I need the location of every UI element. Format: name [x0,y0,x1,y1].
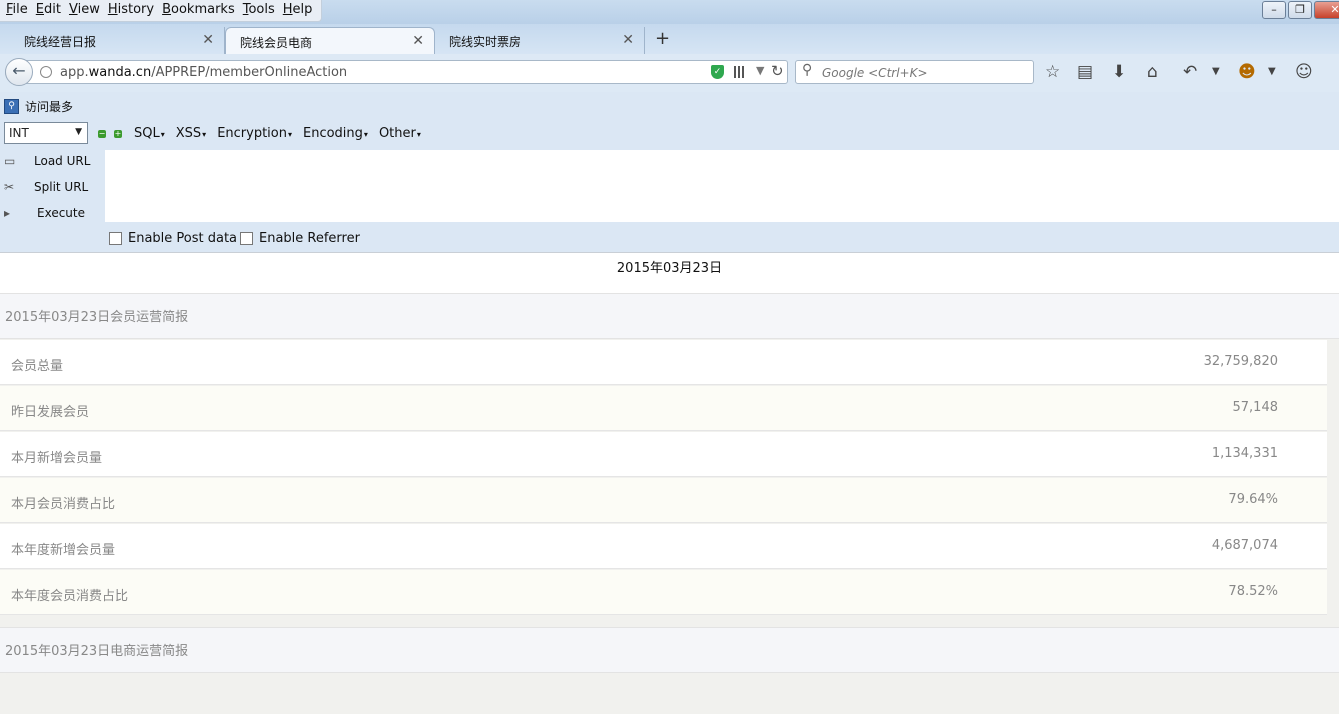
addon-face-icon[interactable]: ☻ [1238,62,1256,82]
most-visited-label: 访问最多 [25,100,74,114]
row-label: 本月新增会员量 [11,451,103,466]
table-row: 本月新增会员量 1,134,331 [0,432,1339,477]
checkbox-label: Enable Post data [128,231,238,246]
page-content: 2015年03月23日 2015年03月23日会员运营简报 会员总量 32,75… [0,252,1339,714]
minus-icon[interactable]: − [98,129,106,138]
row-value: 78.52% [1228,584,1278,599]
load-url-button[interactable]: ▭ Load URL [4,154,90,168]
checkbox-label: Enable Referrer [259,231,360,246]
reading-list-icon[interactable]: ▤ [1077,62,1093,82]
menu-dropdown-icon[interactable]: ▼ [1212,62,1220,82]
globe-icon [40,66,52,78]
overflow-menu-icon[interactable]: ⋮ [1332,62,1339,82]
restore-button[interactable]: ❐ [1288,1,1312,19]
play-icon: ▸ [4,206,11,220]
window-controls: – ❐ ✕ [1262,1,1339,19]
member-section-title: 2015年03月23日会员运营简报 [0,294,1339,339]
table-row: 昨日发展会员 57,148 [0,386,1339,431]
undo-icon[interactable]: ↶ [1183,62,1197,82]
scissors-icon: ✂ [4,180,15,194]
table-row: 会员总量 32,759,820 [0,340,1339,385]
most-visited-bookmark[interactable]: ⚲ 访问最多 [4,98,73,115]
checkbox-box[interactable] [240,232,253,245]
search-placeholder: Google <Ctrl+K> [822,66,928,80]
dropdown-icon[interactable]: ▼ [756,64,764,77]
url-bar[interactable]: ← app.wanda.cn/APPREP/memberOnlineAction… [5,58,788,86]
menu-encoding[interactable]: Encoding [303,126,368,141]
plus-icon[interactable]: + [114,129,122,138]
row-label: 本年度新增会员量 [11,543,116,558]
row-value: 57,148 [1232,400,1279,415]
menu-bookmarks[interactable]: Bookmarks [159,0,240,21]
scrollbar-track[interactable] [1327,340,1339,616]
row-value: 79.64% [1228,492,1278,507]
hackbar-menu: − + SQL XSS Encryption Encoding Other [98,126,432,141]
enable-referrer-checkbox[interactable]: Enable Referrer [240,231,360,246]
reload-icon[interactable]: ↻ [771,62,784,80]
enable-post-data-checkbox[interactable]: Enable Post data [109,231,237,246]
row-value: 1,134,331 [1211,446,1278,461]
tab-label: 院线会员电商 [240,36,313,50]
row-value: 32,759,820 [1203,354,1278,369]
qr-code-icon[interactable] [734,66,746,78]
close-tab-icon[interactable]: ✕ [412,33,424,49]
menu-view[interactable]: View [66,0,105,21]
chat-icon[interactable]: ☺ [1295,62,1313,82]
type-select[interactable]: INT ▼ [4,122,88,144]
tab-label: 院线实时票房 [449,35,522,49]
bookmark-star-icon[interactable]: ☆ [1045,62,1060,82]
type-select-value: INT [9,126,29,140]
row-label: 本月会员消费占比 [11,497,116,512]
navigation-bar: ← app.wanda.cn/APPREP/memberOnlineAction… [0,54,1339,92]
close-tab-icon[interactable]: ✕ [622,32,634,48]
menu-sql[interactable]: SQL [134,126,165,141]
search-input[interactable]: ⚲ Google <Ctrl+K> [795,60,1034,84]
menu-dropdown-icon[interactable]: ▼ [1268,62,1276,82]
report-date: 2015年03月23日 [0,253,1339,294]
row-label: 昨日发展会员 [11,405,90,420]
close-window-button[interactable]: ✕ [1314,1,1339,19]
row-label: 会员总量 [11,359,64,374]
load-url-label: Load URL [34,154,91,168]
download-icon[interactable]: ⬇ [1112,62,1126,82]
table-row: 本月会员消费占比 79.64% [0,478,1339,523]
menu-xss[interactable]: XSS [176,126,206,141]
tab-label: 院线经营日报 [24,35,97,49]
menu-file[interactable]: File [3,0,33,21]
row-value: 4,687,074 [1211,538,1278,553]
menu-tools[interactable]: Tools [240,0,280,21]
url-textarea[interactable] [105,150,1339,222]
menu-help[interactable]: Help [280,0,318,21]
chevron-down-icon: ▼ [75,127,82,137]
menu-other[interactable]: Other [379,126,421,141]
url-text[interactable]: app.wanda.cn/APPREP/memberOnlineAction [60,65,347,80]
close-tab-icon[interactable]: ✕ [202,32,214,48]
tab-strip: 院线经营日报 ✕ 院线会员电商 ✕ 院线实时票房 ✕ + [0,24,1339,54]
table-row: 本年度新增会员量 4,687,074 [0,524,1339,569]
execute-button[interactable]: ▸ Execute [4,206,85,220]
row-label: 本年度会员消费占比 [11,589,129,604]
ecommerce-section-title: 2015年03月23日电商运营简报 [0,627,1339,673]
menu-bar: File Edit View History Bookmarks Tools H… [0,0,323,22]
menu-edit[interactable]: Edit [33,0,66,21]
tab-daily-report[interactable]: 院线经营日报 ✕ [10,27,225,54]
minimize-button[interactable]: – [1262,1,1286,19]
back-icon[interactable]: ← [5,58,33,86]
table-row: 本年度会员消费占比 78.52% [0,570,1339,615]
tab-member-ecommerce[interactable]: 院线会员电商 ✕ [225,27,435,54]
execute-label: Execute [37,206,85,220]
menu-encryption[interactable]: Encryption [217,126,292,141]
shield-icon[interactable]: ✓ [711,65,724,79]
new-tab-button[interactable]: + [655,28,670,49]
split-url-button[interactable]: ✂ Split URL [4,180,88,194]
home-icon[interactable]: ⌂ [1147,62,1158,82]
checkbox-box[interactable] [109,232,122,245]
bookmark-folder-icon: ⚲ [4,99,19,114]
load-url-icon: ▭ [4,154,16,168]
split-url-label: Split URL [34,180,89,194]
menu-history[interactable]: History [105,0,159,21]
search-icon: ⚲ [802,62,813,78]
tab-realtime-boxoffice[interactable]: 院线实时票房 ✕ [435,27,645,54]
hackbar-panel: ⚲ 访问最多 INT ▼ − + SQL XSS Encryption Enco… [0,92,1339,252]
